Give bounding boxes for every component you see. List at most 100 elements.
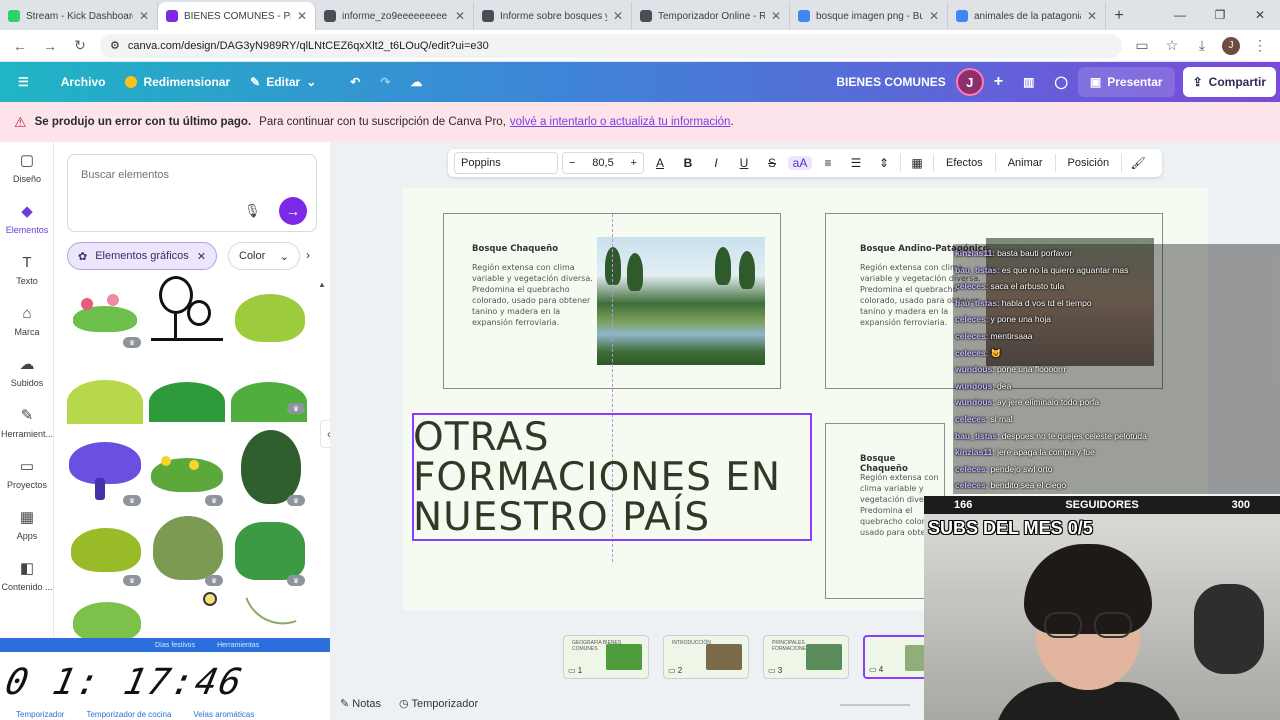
minimize-icon[interactable]: — [1160,0,1200,30]
add-collaborator-icon[interactable]: + [984,62,1013,102]
graphic-purple-tree[interactable]: ♛ [67,438,143,508]
animate-button[interactable]: Animar [1000,157,1051,169]
font-selector[interactable]: Poppins [454,152,558,174]
timer-link-timer[interactable]: Temporizador [16,710,64,719]
redo-icon[interactable]: ↷ [370,62,400,102]
browser-tab[interactable]: Temporizador Online - Re ✕ [632,2,790,30]
close-tab-icon[interactable]: ✕ [1087,9,1097,23]
font-size-stepper[interactable]: − 80,5 + [562,152,644,174]
undo-icon[interactable]: ↶ [326,62,370,102]
rail-item[interactable]: ▭ Proyectos [0,448,54,499]
close-tab-icon[interactable]: ✕ [297,9,307,23]
color-filter-chip[interactable]: Color ⌄ [228,242,300,270]
graphic-lime-bush[interactable]: ♛ [67,518,143,588]
increase-size-icon[interactable]: + [631,157,637,169]
search-input[interactable]: Buscar elementos [81,169,169,181]
document-title[interactable]: BIENES COMUNES [826,62,955,102]
slide-title[interactable]: OTRAS FORMACIONES EN NUESTRO PAÍS [413,418,813,538]
cast-icon[interactable]: ▭ [1132,37,1152,54]
present-button[interactable]: ▣ Presentar [1077,67,1175,97]
browser-tab[interactable]: Informe sobre bosques y ✕ [474,2,632,30]
close-tab-icon[interactable]: ✕ [929,9,939,23]
share-button[interactable]: ⇪ Compartir [1182,67,1276,97]
bookmark-star-icon[interactable]: ☆ [1162,37,1182,54]
browser-tab[interactable]: animales de la patagonia ✕ [948,2,1106,30]
bold-icon[interactable]: B [676,156,700,170]
site-settings-icon[interactable]: ⚙ [110,39,120,52]
list-icon[interactable]: ☰ [844,156,868,170]
forward-icon[interactable]: → [40,38,60,54]
browser-tab[interactable]: Stream - Kick Dashboard ✕ [0,2,158,30]
menu-kebab-icon[interactable]: ⋮ [1250,37,1270,54]
graphic-yellow-flower-bush[interactable]: ♛ [149,438,225,508]
italic-icon[interactable]: I [704,156,728,170]
timer-button[interactable]: ◷ Temporizador [399,697,478,710]
close-window-icon[interactable]: ✕ [1240,0,1280,30]
comments-icon[interactable]: ◯ [1044,62,1077,102]
rail-item[interactable]: ⌂ Marca [0,295,54,346]
effects-button[interactable]: Efectos [938,157,991,169]
graphics-filter-chip[interactable]: ✿ Elementos gráficos ✕ [67,242,217,270]
file-menu[interactable]: Archivo [51,62,116,102]
close-tab-icon[interactable]: ✕ [771,9,781,23]
close-tab-icon[interactable]: ✕ [455,9,465,23]
timer-link-kitchen[interactable]: Temporizador de cocina [86,710,171,719]
text-color-icon[interactable]: A [648,156,672,170]
timer-strip-holidays[interactable]: Días festivos [155,642,195,649]
url-field[interactable]: ⚙ canva.com/design/DAG3yN989RY/qlLNtCEZ6… [100,33,1122,58]
spacing-icon[interactable]: ⇕ [872,156,896,170]
chips-next-icon[interactable]: › [306,248,310,262]
timer-strip-tools[interactable]: Herramientas [217,642,259,649]
close-tab-icon[interactable]: ✕ [139,9,149,23]
close-tab-icon[interactable]: ✕ [613,9,623,23]
cloud-save-icon[interactable]: ☁ [400,62,432,102]
graphic-outline-trees[interactable] [149,272,225,352]
graphic-green-bush[interactable] [231,280,307,350]
browser-tab[interactable]: BIENES COMUNES - Pres ✕ [158,2,316,30]
search-submit-button[interactable]: → [279,197,307,225]
graphic-cactus-bush[interactable] [67,596,143,642]
collaborator-avatar[interactable]: J [955,68,984,96]
page-thumbnail[interactable]: INTRODUCCIÓN ▭ 2 [663,635,749,679]
browser-tab[interactable]: informe_zo9eeeeeeeee ✕ [316,2,474,30]
chaco-forest-photo[interactable] [597,237,765,365]
graphic-round-bush[interactable] [67,366,143,424]
rail-item[interactable]: T Texto [0,244,54,295]
page-thumbnail[interactable]: PRINCIPALES FORMACIONES ▭ 3 [763,635,849,679]
graphic-small-flower[interactable] [149,586,225,626]
graphic-flowering-bush[interactable]: ♛ [231,366,307,422]
rail-item[interactable]: ▦ Apps [0,499,54,550]
notes-button[interactable]: ✎ Notas [340,697,381,710]
back-icon[interactable]: ← [10,38,30,54]
zoom-slider[interactable] [840,704,910,706]
graphic-leafy-bush[interactable]: ♛ [149,512,225,588]
decrease-size-icon[interactable]: − [569,157,575,169]
microphone-icon[interactable]: 🎙 [244,203,261,219]
scroll-up-icon[interactable]: ▲ [318,280,326,289]
download-icon[interactable]: ⤓ [1192,37,1212,54]
underline-icon[interactable]: U [732,156,756,170]
profile-avatar[interactable]: J [1222,36,1240,55]
graphic-dark-tree[interactable]: ♛ [231,430,307,508]
browser-tab[interactable]: bosque imagen png - Bu ✕ [790,2,948,30]
align-icon[interactable]: ≡ [816,156,840,170]
resize-button[interactable]: Redimensionar [115,62,240,102]
timer-link-candles[interactable]: Velas aromáticas [193,710,254,719]
strikethrough-icon[interactable]: S [760,156,784,170]
graphic-flower-bush[interactable]: ♛ [67,280,143,350]
graphic-dark-bush[interactable] [149,366,225,422]
page-thumbnail[interactable]: GEOGRAFÍA BIENES COMUNES ▭ 1 [563,635,649,679]
format-painter-icon[interactable]: 🖌 [1126,156,1150,170]
search-box[interactable]: Buscar elementos 🎙 → [67,154,317,232]
analytics-icon[interactable]: ▥ [1013,62,1044,102]
rail-item[interactable]: ◆ Elementos [0,193,54,244]
graphic-tropical-plant[interactable]: ♛ [231,512,307,588]
alert-retry-link[interactable]: volvé a intentarlo o actualizá tu inform… [510,116,731,128]
rail-item[interactable]: ☁ Subidos [0,346,54,397]
reload-icon[interactable]: ↻ [70,37,90,54]
restore-icon[interactable]: ❐ [1200,0,1240,30]
position-button[interactable]: Posición [1060,157,1118,169]
rail-item[interactable]: ▢ Diseño [0,142,54,193]
remove-filter-icon[interactable]: ✕ [197,250,206,263]
edit-menu[interactable]: ✎ Editar ⌄ [240,62,326,102]
